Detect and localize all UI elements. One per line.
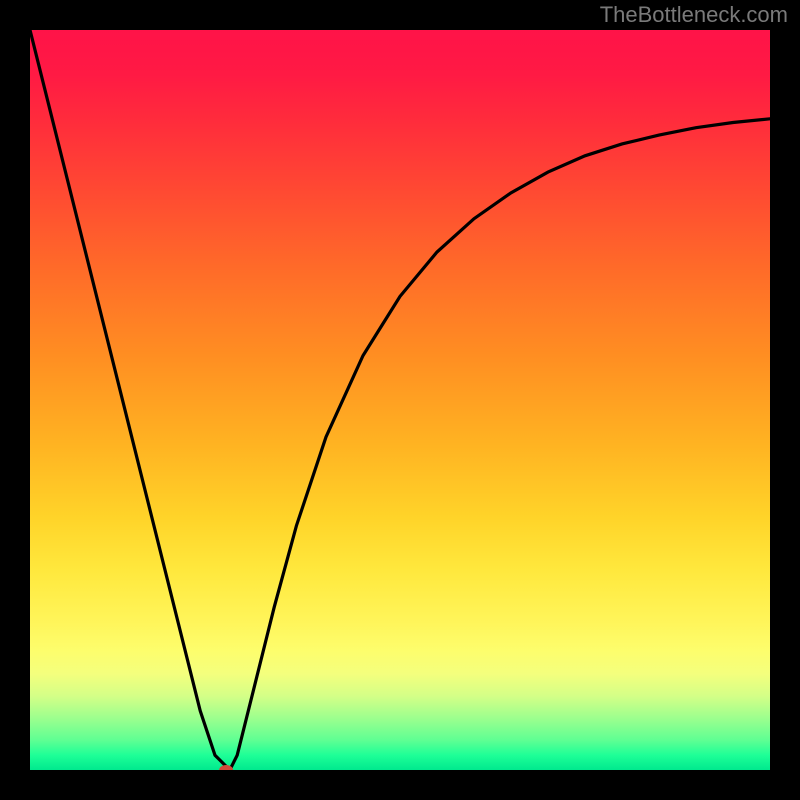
- attribution-label: TheBottleneck.com: [600, 2, 788, 28]
- plot-area: [30, 30, 770, 770]
- chart-frame: TheBottleneck.com: [0, 0, 800, 800]
- curve-layer: [30, 30, 770, 770]
- bottleneck-curve-path: [30, 30, 770, 770]
